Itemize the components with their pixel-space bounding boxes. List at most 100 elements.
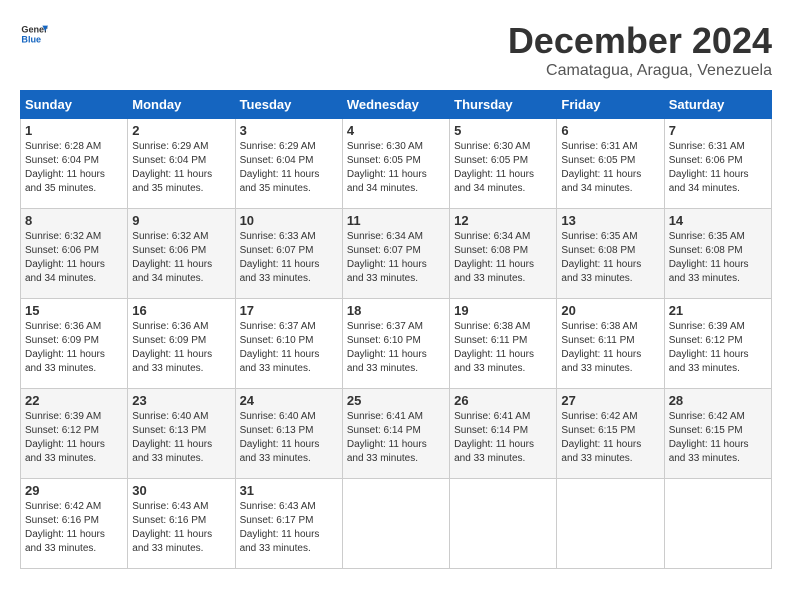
calendar-cell: 19 Sunrise: 6:38 AMSunset: 6:11 PMDaylig… — [450, 299, 557, 389]
day-info: Sunrise: 6:32 AMSunset: 6:06 PMDaylight:… — [132, 231, 212, 284]
calendar-cell: 2 Sunrise: 6:29 AMSunset: 6:04 PMDayligh… — [128, 119, 235, 209]
day-info: Sunrise: 6:29 AMSunset: 6:04 PMDaylight:… — [132, 141, 212, 194]
calendar-cell: 11 Sunrise: 6:34 AMSunset: 6:07 PMDaylig… — [342, 209, 449, 299]
day-info: Sunrise: 6:40 AMSunset: 6:13 PMDaylight:… — [240, 411, 320, 464]
day-info: Sunrise: 6:41 AMSunset: 6:14 PMDaylight:… — [454, 411, 534, 464]
day-info: Sunrise: 6:35 AMSunset: 6:08 PMDaylight:… — [561, 231, 641, 284]
calendar-cell: 15 Sunrise: 6:36 AMSunset: 6:09 PMDaylig… — [21, 299, 128, 389]
day-number: 18 — [347, 303, 445, 318]
day-number: 3 — [240, 123, 338, 138]
day-info: Sunrise: 6:43 AMSunset: 6:16 PMDaylight:… — [132, 501, 212, 554]
day-info: Sunrise: 6:37 AMSunset: 6:10 PMDaylight:… — [347, 321, 427, 374]
calendar-cell — [557, 479, 664, 569]
day-number: 23 — [132, 393, 230, 408]
calendar-cell: 28 Sunrise: 6:42 AMSunset: 6:15 PMDaylig… — [664, 389, 771, 479]
day-info: Sunrise: 6:31 AMSunset: 6:05 PMDaylight:… — [561, 141, 641, 194]
day-info: Sunrise: 6:40 AMSunset: 6:13 PMDaylight:… — [132, 411, 212, 464]
day-number: 28 — [669, 393, 767, 408]
day-number: 16 — [132, 303, 230, 318]
day-number: 15 — [25, 303, 123, 318]
day-number: 7 — [669, 123, 767, 138]
page-header: General Blue December 2024 Camatagua, Ar… — [20, 20, 772, 80]
calendar-cell: 1 Sunrise: 6:28 AMSunset: 6:04 PMDayligh… — [21, 119, 128, 209]
calendar-cell: 13 Sunrise: 6:35 AMSunset: 6:08 PMDaylig… — [557, 209, 664, 299]
day-number: 31 — [240, 483, 338, 498]
column-header-wednesday: Wednesday — [342, 91, 449, 119]
calendar-cell — [342, 479, 449, 569]
logo-icon: General Blue — [20, 20, 48, 48]
day-number: 30 — [132, 483, 230, 498]
calendar-cell: 24 Sunrise: 6:40 AMSunset: 6:13 PMDaylig… — [235, 389, 342, 479]
calendar-cell: 29 Sunrise: 6:42 AMSunset: 6:16 PMDaylig… — [21, 479, 128, 569]
calendar-cell: 8 Sunrise: 6:32 AMSunset: 6:06 PMDayligh… — [21, 209, 128, 299]
day-info: Sunrise: 6:36 AMSunset: 6:09 PMDaylight:… — [132, 321, 212, 374]
calendar-cell: 20 Sunrise: 6:38 AMSunset: 6:11 PMDaylig… — [557, 299, 664, 389]
day-info: Sunrise: 6:39 AMSunset: 6:12 PMDaylight:… — [25, 411, 105, 464]
column-header-tuesday: Tuesday — [235, 91, 342, 119]
calendar-cell: 7 Sunrise: 6:31 AMSunset: 6:06 PMDayligh… — [664, 119, 771, 209]
month-title: December 2024 — [508, 20, 772, 62]
calendar-cell: 25 Sunrise: 6:41 AMSunset: 6:14 PMDaylig… — [342, 389, 449, 479]
calendar-cell: 5 Sunrise: 6:30 AMSunset: 6:05 PMDayligh… — [450, 119, 557, 209]
calendar-cell: 9 Sunrise: 6:32 AMSunset: 6:06 PMDayligh… — [128, 209, 235, 299]
day-number: 25 — [347, 393, 445, 408]
calendar-cell: 26 Sunrise: 6:41 AMSunset: 6:14 PMDaylig… — [450, 389, 557, 479]
day-number: 14 — [669, 213, 767, 228]
day-info: Sunrise: 6:34 AMSunset: 6:08 PMDaylight:… — [454, 231, 534, 284]
column-header-saturday: Saturday — [664, 91, 771, 119]
day-number: 22 — [25, 393, 123, 408]
column-header-sunday: Sunday — [21, 91, 128, 119]
day-info: Sunrise: 6:42 AMSunset: 6:16 PMDaylight:… — [25, 501, 105, 554]
day-info: Sunrise: 6:32 AMSunset: 6:06 PMDaylight:… — [25, 231, 105, 284]
day-number: 2 — [132, 123, 230, 138]
calendar-cell: 17 Sunrise: 6:37 AMSunset: 6:10 PMDaylig… — [235, 299, 342, 389]
day-number: 5 — [454, 123, 552, 138]
location-title: Camatagua, Aragua, Venezuela — [508, 62, 772, 80]
calendar-cell: 3 Sunrise: 6:29 AMSunset: 6:04 PMDayligh… — [235, 119, 342, 209]
day-number: 29 — [25, 483, 123, 498]
calendar-week-row: 29 Sunrise: 6:42 AMSunset: 6:16 PMDaylig… — [21, 479, 772, 569]
day-number: 20 — [561, 303, 659, 318]
calendar-cell: 21 Sunrise: 6:39 AMSunset: 6:12 PMDaylig… — [664, 299, 771, 389]
calendar-cell: 30 Sunrise: 6:43 AMSunset: 6:16 PMDaylig… — [128, 479, 235, 569]
day-info: Sunrise: 6:37 AMSunset: 6:10 PMDaylight:… — [240, 321, 320, 374]
calendar-week-row: 22 Sunrise: 6:39 AMSunset: 6:12 PMDaylig… — [21, 389, 772, 479]
day-number: 21 — [669, 303, 767, 318]
day-number: 12 — [454, 213, 552, 228]
calendar-cell — [450, 479, 557, 569]
day-number: 27 — [561, 393, 659, 408]
day-info: Sunrise: 6:38 AMSunset: 6:11 PMDaylight:… — [454, 321, 534, 374]
day-info: Sunrise: 6:41 AMSunset: 6:14 PMDaylight:… — [347, 411, 427, 464]
calendar-cell — [664, 479, 771, 569]
day-info: Sunrise: 6:30 AMSunset: 6:05 PMDaylight:… — [347, 141, 427, 194]
day-info: Sunrise: 6:33 AMSunset: 6:07 PMDaylight:… — [240, 231, 320, 284]
calendar-cell: 12 Sunrise: 6:34 AMSunset: 6:08 PMDaylig… — [450, 209, 557, 299]
day-number: 9 — [132, 213, 230, 228]
calendar-header-row: SundayMondayTuesdayWednesdayThursdayFrid… — [21, 91, 772, 119]
day-number: 24 — [240, 393, 338, 408]
day-number: 6 — [561, 123, 659, 138]
day-number: 17 — [240, 303, 338, 318]
day-number: 4 — [347, 123, 445, 138]
day-info: Sunrise: 6:29 AMSunset: 6:04 PMDaylight:… — [240, 141, 320, 194]
day-info: Sunrise: 6:39 AMSunset: 6:12 PMDaylight:… — [669, 321, 749, 374]
calendar-cell: 18 Sunrise: 6:37 AMSunset: 6:10 PMDaylig… — [342, 299, 449, 389]
svg-text:Blue: Blue — [21, 34, 41, 44]
calendar-week-row: 1 Sunrise: 6:28 AMSunset: 6:04 PMDayligh… — [21, 119, 772, 209]
calendar-cell: 31 Sunrise: 6:43 AMSunset: 6:17 PMDaylig… — [235, 479, 342, 569]
day-number: 8 — [25, 213, 123, 228]
day-info: Sunrise: 6:34 AMSunset: 6:07 PMDaylight:… — [347, 231, 427, 284]
calendar-cell: 6 Sunrise: 6:31 AMSunset: 6:05 PMDayligh… — [557, 119, 664, 209]
day-number: 26 — [454, 393, 552, 408]
calendar-cell: 14 Sunrise: 6:35 AMSunset: 6:08 PMDaylig… — [664, 209, 771, 299]
day-number: 1 — [25, 123, 123, 138]
calendar-cell: 4 Sunrise: 6:30 AMSunset: 6:05 PMDayligh… — [342, 119, 449, 209]
calendar-cell: 22 Sunrise: 6:39 AMSunset: 6:12 PMDaylig… — [21, 389, 128, 479]
day-info: Sunrise: 6:30 AMSunset: 6:05 PMDaylight:… — [454, 141, 534, 194]
column-header-thursday: Thursday — [450, 91, 557, 119]
calendar-cell: 27 Sunrise: 6:42 AMSunset: 6:15 PMDaylig… — [557, 389, 664, 479]
calendar-cell: 10 Sunrise: 6:33 AMSunset: 6:07 PMDaylig… — [235, 209, 342, 299]
column-header-friday: Friday — [557, 91, 664, 119]
day-info: Sunrise: 6:42 AMSunset: 6:15 PMDaylight:… — [669, 411, 749, 464]
day-info: Sunrise: 6:28 AMSunset: 6:04 PMDaylight:… — [25, 141, 105, 194]
